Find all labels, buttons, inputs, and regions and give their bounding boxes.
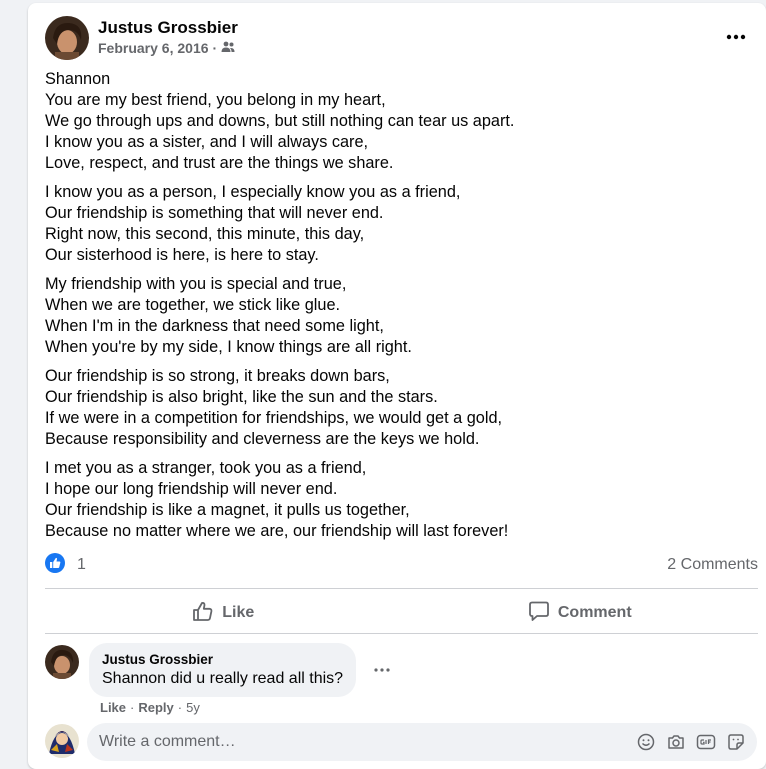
post-card: Justus Grossbier February 6, 2016 · Shan… — [28, 3, 766, 769]
comment-like-link[interactable]: Like — [100, 700, 126, 715]
poem-line: I know you as a sister, and I will alway… — [45, 133, 369, 151]
poem-line: Our sisterhood is here, is here to stay. — [45, 246, 319, 264]
stanza: I met you as a stranger, took you as a f… — [45, 458, 745, 542]
author-name[interactable]: Justus Grossbier — [98, 18, 238, 38]
post-options-button[interactable] — [724, 25, 748, 49]
comment-button[interactable]: Comment — [402, 591, 759, 635]
poem-line: Our friendship is so strong, it breaks d… — [45, 367, 390, 385]
poem-line: I know you as a person, I especially kno… — [45, 183, 461, 201]
comment-icon — [528, 600, 550, 627]
comment-actions: Like · Reply · 5y — [100, 700, 200, 715]
comment-bubble: Justus Grossbier Shannon did u really re… — [89, 643, 357, 697]
separator: · — [130, 700, 135, 715]
comment-reply-link[interactable]: Reply — [138, 700, 173, 715]
poem-line: Our friendship is also bright, like the … — [45, 388, 438, 406]
comment-composer[interactable]: Write a comment… — [87, 723, 757, 761]
friends-icon[interactable] — [221, 40, 235, 56]
meta-separator: · — [212, 40, 218, 56]
viewer-avatar[interactable] — [45, 724, 79, 758]
stanza: Our friendship is so strong, it breaks d… — [45, 366, 745, 450]
comment-input[interactable]: Write a comment… — [99, 733, 635, 751]
poem-line: Love, respect, and trust are the things … — [45, 154, 394, 172]
poem-line: When you're by my side, I know things ar… — [45, 338, 412, 356]
divider — [45, 588, 758, 589]
post-text: Shannon You are my best friend, you belo… — [45, 69, 745, 550]
comment-text: Shannon did u really read all this? — [102, 670, 344, 687]
emoji-icon[interactable] — [635, 731, 657, 753]
author-avatar[interactable] — [45, 16, 89, 60]
more-icon — [726, 34, 746, 40]
poem-line: Our friendship is like a magnet, it pull… — [45, 501, 410, 519]
poem-line: We go through ups and downs, but still n… — [45, 112, 515, 130]
poem-line: My friendship with you is special and tr… — [45, 275, 347, 293]
poem-line: Because responsibility and cleverness ar… — [45, 430, 480, 448]
more-icon — [374, 668, 390, 672]
poem-line: Shannon — [45, 70, 111, 88]
thumbs-up-icon — [192, 600, 214, 627]
sticker-icon[interactable] — [725, 731, 747, 753]
commenter-avatar[interactable] — [45, 645, 79, 679]
reaction-summary[interactable]: 1 — [45, 552, 86, 578]
poem-line: You are my best friend, you belong in my… — [45, 91, 386, 109]
divider — [45, 633, 758, 634]
post-actions: Like Comment — [45, 591, 758, 635]
like-button[interactable]: Like — [45, 591, 402, 635]
like-reaction-icon — [45, 552, 65, 578]
comment-label: Comment — [557, 604, 632, 621]
like-label: Like — [222, 604, 255, 621]
stanza: Shannon You are my best friend, you belo… — [45, 69, 745, 174]
poem-line: When I'm in the darkness that need some … — [45, 317, 384, 335]
comment-author[interactable]: Justus Grossbier — [102, 652, 343, 667]
poem-line: I hope our long friendship will never en… — [45, 480, 338, 498]
comments-count-link[interactable]: 2 Comments — [667, 556, 758, 574]
post-meta: February 6, 2016 · — [98, 40, 235, 56]
composer-icons — [635, 731, 747, 753]
gif-icon[interactable] — [695, 731, 717, 753]
poem-line: When we are together, we stick like glue… — [45, 296, 341, 314]
poem-line: I met you as a stranger, took you as a f… — [45, 459, 367, 477]
comment-age[interactable]: 5y — [186, 700, 200, 715]
reaction-count: 1 — [77, 556, 86, 573]
poem-line: If we were in a competition for friendsh… — [45, 409, 503, 427]
poem-line: Right now, this second, this minute, thi… — [45, 225, 365, 243]
stanza: I know you as a person, I especially kno… — [45, 182, 745, 266]
separator: · — [177, 700, 183, 715]
stanza: My friendship with you is special and tr… — [45, 274, 745, 358]
post-date[interactable]: February 6, 2016 — [98, 40, 209, 56]
reactions-bar: 1 2 Comments — [45, 552, 758, 578]
comment-options-button[interactable] — [372, 660, 392, 680]
camera-icon[interactable] — [665, 731, 687, 753]
poem-line: Our friendship is something that will ne… — [45, 204, 384, 222]
poem-line: Because no matter where we are, our frie… — [45, 522, 509, 540]
